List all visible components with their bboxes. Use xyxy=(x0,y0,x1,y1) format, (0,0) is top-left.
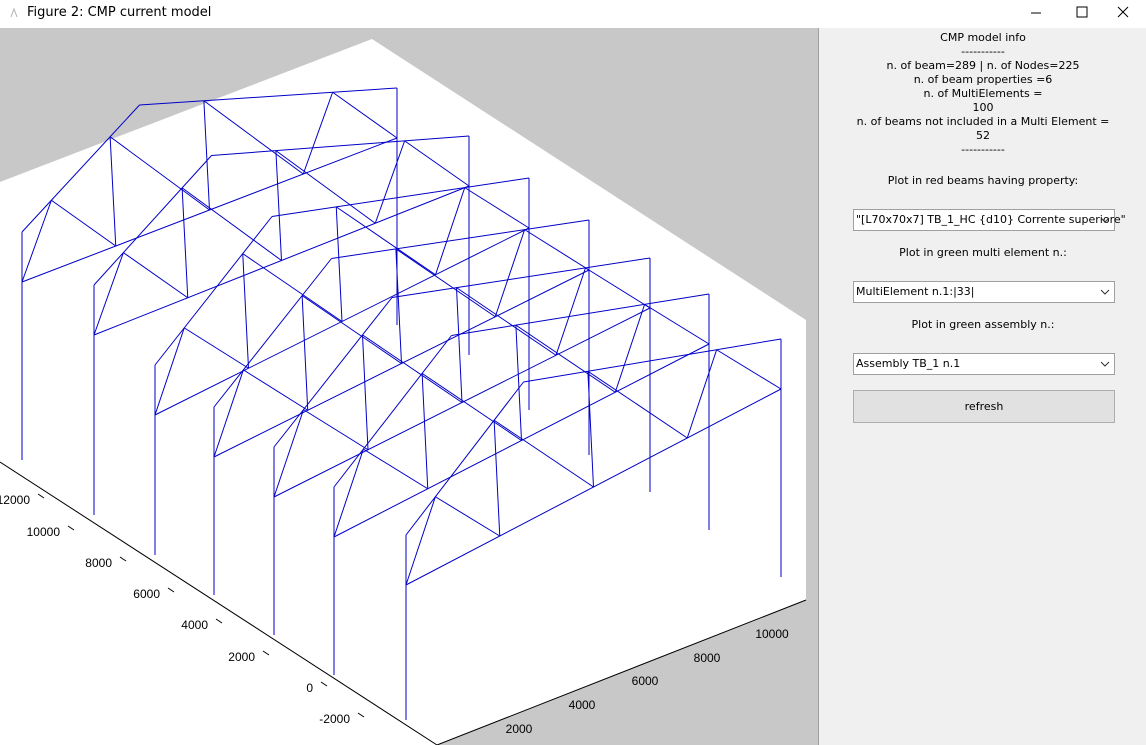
control-panel: CMP model info ----------- n. of beam=28… xyxy=(818,28,1146,745)
refresh-button[interactable]: refresh xyxy=(853,390,1115,423)
info-line: 100 xyxy=(972,101,994,114)
y-tick-label: 12000 xyxy=(0,493,30,507)
title-bar: Figure 2: CMP current model xyxy=(0,0,1146,28)
multi-element-select-value: MultiElement n.1:|33| xyxy=(856,285,975,298)
maximize-button[interactable] xyxy=(1059,0,1105,28)
y-tick-label: 8000 xyxy=(85,556,112,570)
info-line: n. of MultiElements = xyxy=(923,87,1043,100)
y-tick-label: 6000 xyxy=(133,587,160,601)
info-line: ----------- xyxy=(961,45,1005,58)
x-tick-label: 4000 xyxy=(569,698,596,712)
property-select[interactable]: "[L70x70x7] TB_1_HC {d10} Corrente super… xyxy=(853,209,1126,231)
app-icon xyxy=(10,8,18,18)
info-line: ----------- xyxy=(961,143,1005,156)
info-line: n. of beam properties =6 xyxy=(913,73,1053,86)
property-label: Plot in red beams having property: xyxy=(887,174,1079,187)
window-title: Figure 2: CMP current model xyxy=(27,5,212,20)
minimize-button[interactable] xyxy=(1013,0,1059,28)
close-button[interactable] xyxy=(1100,0,1146,28)
chevron-down-icon xyxy=(1100,289,1110,295)
multi-element-label: Plot in green multi element n.: xyxy=(899,246,1067,259)
info-line: n. of beams not included in a Multi Elem… xyxy=(856,115,1110,128)
multi-element-select[interactable]: MultiElement n.1:|33| xyxy=(853,281,1115,303)
x-tick-label: 8000 xyxy=(694,651,721,665)
minimize-icon xyxy=(1031,12,1041,14)
plot-canvas[interactable]: 12000 10000 8000 6000 4000 2000 0 -2000 2000 400… xyxy=(0,28,818,745)
assembly-select-value: Assembly TB_1 n.1 xyxy=(856,357,961,370)
info-line: 52 xyxy=(976,129,990,142)
x-tick-label: 2000 xyxy=(506,722,533,736)
maximize-icon xyxy=(1076,6,1088,18)
chevron-down-icon xyxy=(1100,361,1110,367)
x-tick-label: 10000 xyxy=(755,627,789,641)
y-tick-label: 10000 xyxy=(27,525,61,539)
assembly-select[interactable]: Assembly TB_1 n.1 xyxy=(853,353,1115,375)
y-tick-label: -2000 xyxy=(319,712,350,726)
property-select-value: "[L70x70x7] TB_1_HC {d10} Corrente super… xyxy=(856,213,1126,226)
assembly-label: Plot in green assembly n.: xyxy=(911,318,1055,331)
y-tick-label: 2000 xyxy=(228,650,255,664)
y-tick-label: 4000 xyxy=(181,618,208,632)
model-info: CMP model info ----------- n. of beam=28… xyxy=(819,31,1146,157)
info-line: n. of beam=289 | n. of Nodes=225 xyxy=(886,59,1080,72)
x-tick-label: 6000 xyxy=(632,674,659,688)
chevron-down-icon xyxy=(1100,217,1110,223)
info-line: CMP model info xyxy=(940,31,1026,44)
y-tick-label: 0 xyxy=(306,681,313,695)
close-icon xyxy=(1117,6,1129,18)
plot-axes[interactable]: 12000 10000 8000 6000 4000 2000 0 -2000 2000 400… xyxy=(0,28,818,745)
